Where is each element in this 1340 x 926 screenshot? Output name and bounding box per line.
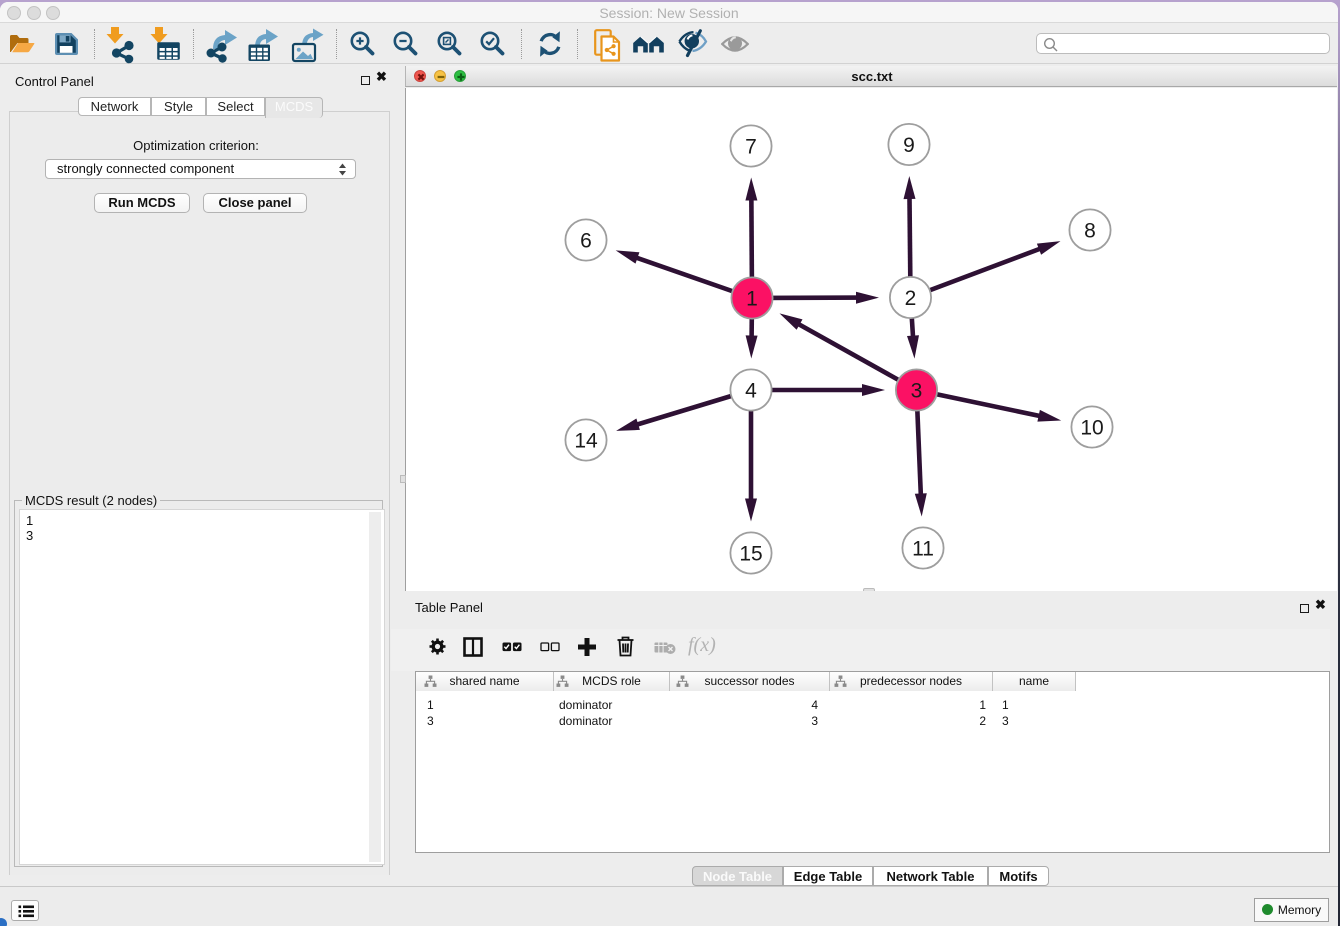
svg-text:14: 14 [574,430,598,453]
svg-text:6: 6 [580,230,592,253]
svg-text:9: 9 [903,134,915,157]
svg-text:15: 15 [739,543,762,566]
svg-text:7: 7 [745,136,757,159]
svg-text:3: 3 [911,380,923,403]
svg-text:2: 2 [905,287,917,310]
svg-text:10: 10 [1080,417,1103,440]
svg-text:11: 11 [912,538,934,561]
svg-text:1: 1 [746,288,758,311]
svg-text:4: 4 [745,380,757,403]
svg-text:8: 8 [1084,220,1096,243]
